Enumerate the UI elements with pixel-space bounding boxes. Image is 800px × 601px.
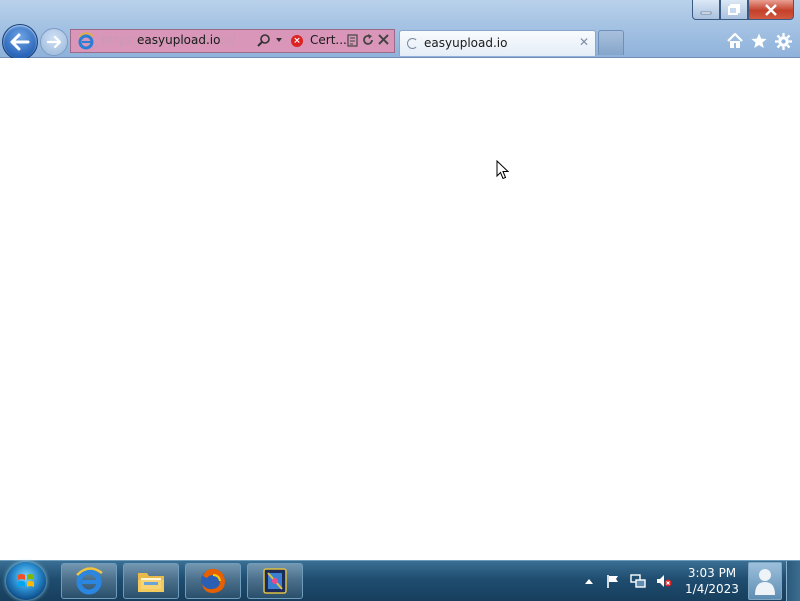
- app-icon: [263, 568, 287, 594]
- compatibility-view-icon[interactable]: [347, 34, 358, 47]
- taskbar-firefox[interactable]: [185, 563, 241, 599]
- taskbar-internet-explorer[interactable]: [61, 563, 117, 599]
- windows-logo-icon: [18, 574, 34, 587]
- browser-toolbar: https://easyupload.io/ easyupload.io × C…: [0, 0, 800, 60]
- forward-button[interactable]: [40, 28, 68, 56]
- firefox-icon: [201, 568, 225, 593]
- tab-title: easyupload.io: [424, 36, 508, 50]
- mouse-cursor-icon: [496, 160, 510, 180]
- start-button[interactable]: [6, 562, 46, 600]
- gear-icon: [774, 32, 792, 50]
- certificate-error-label[interactable]: Cert...: [310, 33, 347, 47]
- address-host-text: easyupload.io: [137, 33, 221, 47]
- user-tile-button[interactable]: [748, 562, 782, 600]
- notification-area: [584, 561, 672, 601]
- taskbar: 3:03 PM 1/4/2023: [0, 560, 800, 601]
- show-hidden-icons-icon[interactable]: [584, 577, 594, 585]
- back-button[interactable]: [2, 24, 38, 60]
- clock-time: 3:03 PM: [687, 566, 737, 580]
- loading-spinner-icon: [407, 38, 418, 49]
- address-bar[interactable]: https://easyupload.io/ easyupload.io × C…: [70, 29, 395, 53]
- refresh-icon[interactable]: [362, 34, 374, 46]
- home-icon: [727, 33, 743, 48]
- action-center-flag-icon[interactable]: [606, 574, 620, 588]
- tab-close-icon[interactable]: ✕: [579, 35, 589, 49]
- certificate-error-icon[interactable]: ×: [291, 35, 303, 47]
- network-icon[interactable]: [630, 574, 646, 588]
- tools-button[interactable]: [774, 32, 792, 50]
- user-avatar-icon: [755, 569, 775, 595]
- volume-muted-icon[interactable]: [656, 574, 672, 588]
- internet-explorer-icon: [76, 567, 103, 595]
- taskbar-app[interactable]: [247, 563, 303, 599]
- close-window-button[interactable]: [748, 0, 794, 20]
- folder-icon: [138, 573, 164, 592]
- show-desktop-button[interactable]: [786, 561, 800, 601]
- page-content[interactable]: [0, 58, 800, 560]
- stop-icon[interactable]: [378, 34, 389, 45]
- search-icon[interactable]: [257, 33, 271, 47]
- minimize-button[interactable]: [692, 0, 720, 20]
- back-arrow-icon: [10, 33, 30, 51]
- ie-logo-icon: [78, 32, 94, 50]
- window-caption-buttons: [692, 0, 794, 20]
- home-button[interactable]: [726, 32, 744, 50]
- favorites-button[interactable]: [750, 32, 768, 50]
- tab-easyupload[interactable]: easyupload.io ✕: [399, 30, 596, 56]
- close-icon: [765, 3, 777, 16]
- restore-icon: [728, 4, 740, 15]
- new-tab-button[interactable]: [598, 30, 624, 55]
- minimize-icon: [700, 11, 712, 14]
- star-icon: [751, 33, 767, 48]
- forward-arrow-icon: [47, 36, 61, 48]
- restore-button[interactable]: [720, 0, 748, 20]
- taskbar-windows-explorer[interactable]: [123, 563, 179, 599]
- address-dropdown-icon[interactable]: [276, 38, 282, 42]
- clock-date: 1/4/2023: [685, 582, 739, 596]
- system-clock[interactable]: 3:03 PM 1/4/2023: [683, 565, 741, 597]
